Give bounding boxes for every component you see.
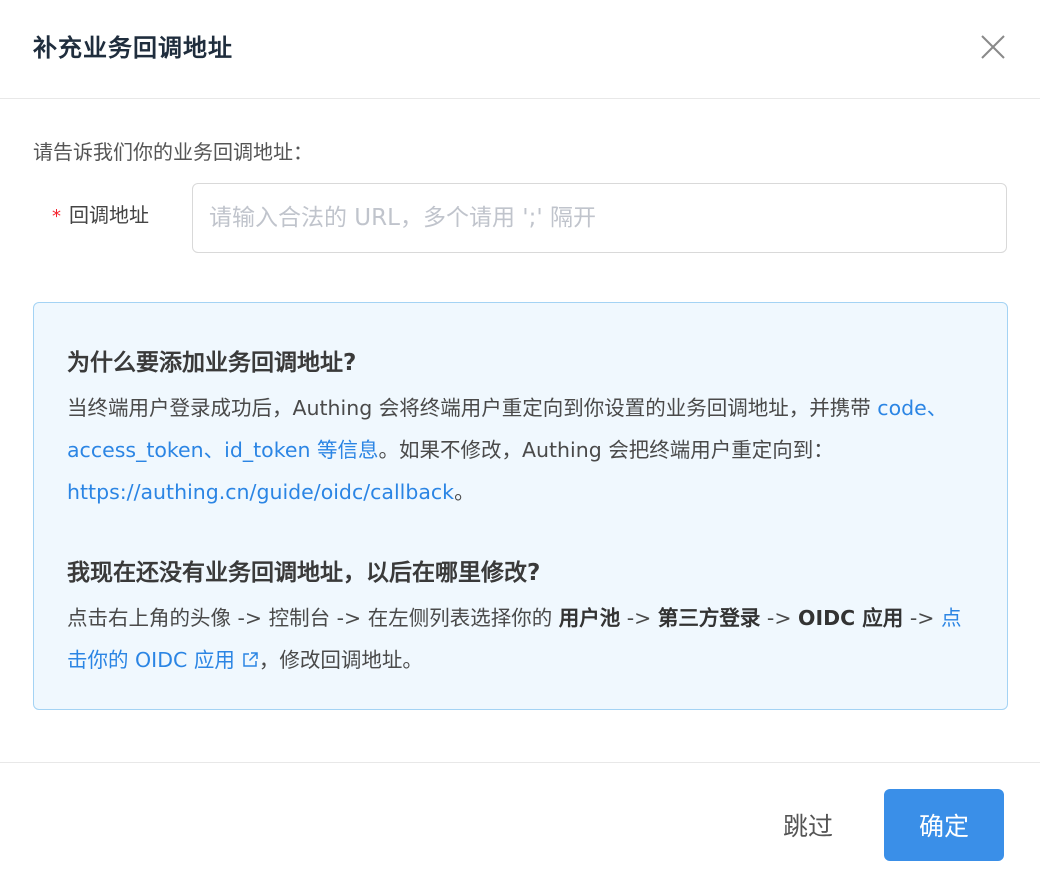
info-section1-text-c: 。 <box>454 480 475 504</box>
default-callback-link[interactable]: https://authing.cn/guide/oidc/callback <box>67 480 454 504</box>
callback-field-label: * 回调地址 <box>52 199 149 228</box>
info-section2-body: 点击右上角的头像 -> 控制台 -> 在左侧列表选择你的 用户池 -> 第三方登… <box>67 597 974 683</box>
info-panel: 为什么要添加业务回调地址? 当终端用户登录成功后，Authing 会将终端用户重… <box>33 302 1008 710</box>
info-section1-text-b: 。如果不修改，Authing 会把终端用户重定向到： <box>378 438 834 462</box>
path-oidc-app: OIDC 应用 <box>798 606 904 630</box>
path-arrow-2: -> <box>766 606 792 630</box>
path-user-pool: 用户池 <box>558 606 621 630</box>
info-section2-title: 我现在还没有业务回调地址，以后在哪里修改? <box>67 560 541 586</box>
callback-url-input[interactable] <box>192 183 1007 253</box>
callback-dialog: 补充业务回调地址 请告诉我们你的业务回调地址： * 回调地址 为什么要添加业务回调… <box>0 0 1040 882</box>
path-arrow-1: -> <box>626 606 652 630</box>
info-section1-text-a: 当终端用户登录成功后，Authing 会将终端用户重定向到你设置的业务回调地址，… <box>67 396 871 420</box>
info-section1-title: 为什么要添加业务回调地址? <box>67 350 357 376</box>
skip-button[interactable]: 跳过 <box>758 789 858 861</box>
form-prompt: 请告诉我们你的业务回调地址： <box>33 140 313 164</box>
dialog-header: 补充业务回调地址 <box>0 0 1040 99</box>
dialog-title: 补充业务回调地址 <box>33 34 233 62</box>
path-arrow-3: -> <box>909 606 935 630</box>
callback-label-text: 回调地址 <box>69 203 149 227</box>
info-section2: 我现在还没有业务回调地址，以后在哪里修改? 点击右上角的头像 -> 控制台 ->… <box>67 553 974 683</box>
info-section2-text-b: ，修改回调地址。 <box>258 648 423 672</box>
close-icon[interactable] <box>976 30 1010 64</box>
path-third-party-login: 第三方登录 <box>657 606 761 630</box>
dialog-footer: 跳过 确定 <box>0 762 1040 882</box>
info-section2-text-a: 点击右上角的头像 -> 控制台 -> 在左侧列表选择你的 <box>67 606 553 630</box>
info-section1-body: 当终端用户登录成功后，Authing 会将终端用户重定向到你设置的业务回调地址，… <box>67 387 974 513</box>
required-mark: * <box>52 206 61 227</box>
external-link-icon <box>241 641 259 683</box>
confirm-button[interactable]: 确定 <box>884 789 1004 861</box>
